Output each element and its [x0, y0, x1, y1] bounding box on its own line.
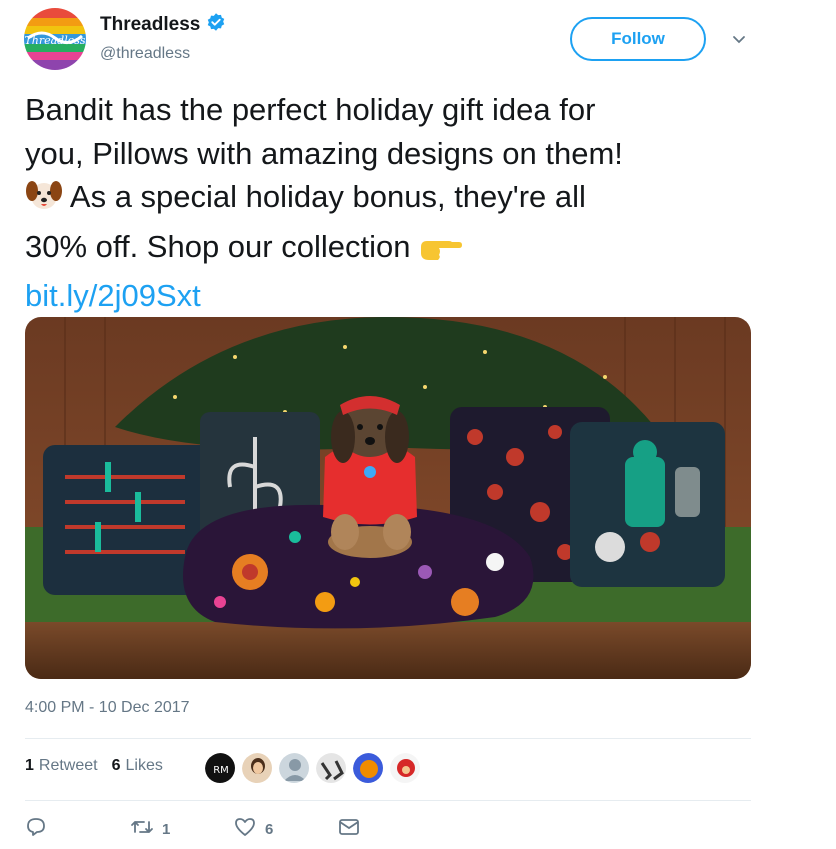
svg-text:RM: RM	[213, 765, 229, 776]
liker-avatar[interactable]	[241, 752, 273, 784]
retweet-count: 1	[162, 820, 171, 838]
likes-count: 6	[111, 757, 121, 774]
reply-icon	[25, 816, 47, 842]
retweets-label: Retweet	[38, 757, 98, 774]
tweet-line: As a special holiday bonus, they're all	[63, 179, 586, 214]
pointing-right-hand-icon	[419, 231, 463, 275]
liker-avatar[interactable]	[352, 752, 384, 784]
tweet-photo[interactable]	[25, 317, 751, 679]
retweet-icon	[130, 816, 154, 842]
direct-message-button[interactable]	[337, 815, 361, 843]
liker-avatar[interactable]: RM	[204, 752, 236, 784]
like-count: 6	[265, 820, 274, 838]
liker-avatars: RM	[204, 752, 421, 784]
tweet-line: 30% off. Shop our collection	[25, 228, 420, 264]
like-button[interactable]: 6	[233, 815, 273, 843]
svg-text:Threadless: Threadless	[24, 34, 85, 47]
divider	[25, 738, 751, 739]
follow-button[interactable]: Follow	[570, 17, 706, 61]
likes-label: Likes	[125, 757, 163, 774]
likes-stat[interactable]: 6 Likes	[112, 757, 163, 775]
user-handle[interactable]: @threadless	[100, 45, 190, 63]
threadless-logo: Threadless	[24, 8, 86, 70]
photo-dog-on-pillow	[25, 317, 751, 679]
tweet-line: you, Pillows with amazing designs on the…	[25, 135, 623, 171]
retweets-stat[interactable]: 1 Retweet	[25, 757, 98, 775]
tweet-timestamp[interactable]: 4:00 PM - 10 Dec 2017	[25, 699, 190, 717]
envelope-icon	[337, 816, 361, 842]
retweet-button[interactable]: 1	[130, 815, 170, 843]
engagement-stats: 1 Retweet 6 Likes	[25, 757, 177, 775]
liker-avatar[interactable]	[278, 752, 310, 784]
avatar[interactable]: Threadless	[24, 8, 86, 70]
liker-avatar[interactable]	[315, 752, 347, 784]
chevron-down-icon[interactable]	[730, 30, 748, 48]
tweet-text: Bandit has the perfect holiday gift idea…	[25, 88, 765, 318]
tweet-line: Bandit has the perfect holiday gift idea…	[25, 92, 596, 127]
display-name[interactable]: Threadless	[100, 14, 200, 36]
verified-badge-icon	[206, 12, 226, 37]
reply-button[interactable]	[25, 815, 47, 843]
retweets-count: 1	[25, 757, 34, 774]
dog-face-icon	[25, 175, 63, 225]
tweet-link[interactable]: bit.ly/2j09Sxt	[25, 278, 201, 313]
heart-icon	[233, 816, 257, 842]
liker-avatar[interactable]	[389, 752, 421, 784]
divider	[25, 800, 751, 801]
